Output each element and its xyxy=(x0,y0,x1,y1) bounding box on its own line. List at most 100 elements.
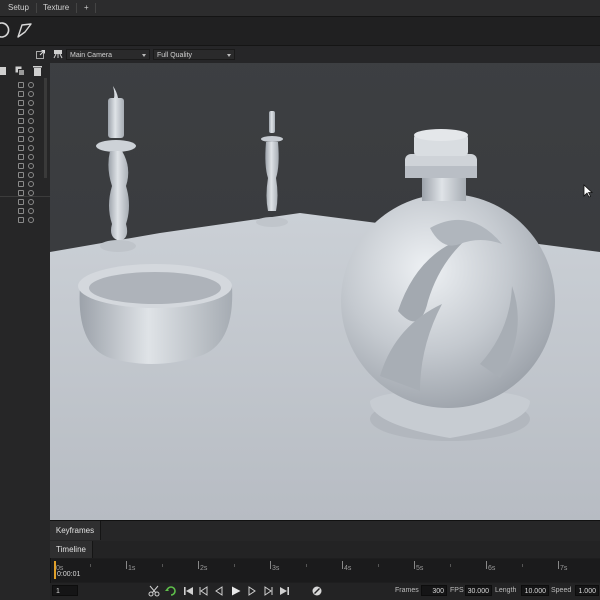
panel-divider xyxy=(0,196,50,197)
viewport-3d[interactable] xyxy=(50,46,600,520)
menu-divider xyxy=(95,3,96,13)
lock-icon[interactable] xyxy=(18,91,24,97)
eye-icon[interactable] xyxy=(28,208,34,214)
camera-dropdown[interactable]: Main Camera xyxy=(66,49,150,60)
eye-icon[interactable] xyxy=(28,109,34,115)
eye-icon[interactable] xyxy=(28,217,34,223)
list-item[interactable] xyxy=(0,154,44,162)
frames-field[interactable]: 300 xyxy=(421,585,447,596)
skip-to-start-icon[interactable] xyxy=(183,585,195,597)
timeline-bar xyxy=(50,541,600,558)
quality-dropdown[interactable]: Full Quality xyxy=(153,49,235,60)
lock-icon[interactable] xyxy=(18,100,24,106)
list-item[interactable] xyxy=(0,127,44,135)
eye-icon[interactable] xyxy=(28,145,34,151)
duplicate-icon[interactable] xyxy=(15,66,25,78)
list-item[interactable] xyxy=(0,181,44,189)
step-back-icon[interactable] xyxy=(213,585,225,597)
lock-icon[interactable] xyxy=(18,163,24,169)
list-item[interactable] xyxy=(0,100,44,108)
list-item[interactable] xyxy=(0,199,44,207)
list-item[interactable] xyxy=(0,82,44,90)
step-forward-icon[interactable] xyxy=(246,585,258,597)
lock-icon[interactable] xyxy=(18,172,24,178)
eye-icon[interactable] xyxy=(28,136,34,142)
ruler-tick xyxy=(486,561,487,569)
timeline-ruler[interactable]: 0s 1s 2s 3s 4s 5s 6s 7s xyxy=(52,559,600,582)
camera-icon[interactable] xyxy=(53,49,63,61)
tab-timeline[interactable]: Timeline xyxy=(50,541,93,558)
ruler-label: 1s xyxy=(128,565,136,572)
ruler-tick xyxy=(450,564,451,567)
eye-icon[interactable] xyxy=(28,172,34,178)
ruler-tick xyxy=(378,564,379,567)
lock-icon[interactable] xyxy=(18,217,24,223)
keyframes-bar xyxy=(50,520,600,541)
lock-icon[interactable] xyxy=(18,136,24,142)
ruler-label: 4s xyxy=(344,565,352,572)
frames-label: Frames xyxy=(395,587,419,594)
lock-icon[interactable] xyxy=(18,208,24,214)
eye-icon[interactable] xyxy=(28,82,34,88)
rotate-icon[interactable] xyxy=(0,22,12,38)
lock-icon[interactable] xyxy=(18,199,24,205)
length-field[interactable]: 10.000 xyxy=(521,585,549,596)
ruler-label: 6s xyxy=(488,565,496,572)
scene-object-list xyxy=(0,82,44,232)
scissors-icon[interactable] xyxy=(148,585,160,597)
ruler-label: 5s xyxy=(416,565,424,572)
menu-divider xyxy=(36,3,37,13)
next-key-icon[interactable] xyxy=(262,585,274,597)
playhead[interactable] xyxy=(54,561,56,579)
list-item[interactable] xyxy=(0,217,44,225)
menu-texture[interactable]: Texture xyxy=(43,0,69,16)
list-item[interactable] xyxy=(0,172,44,180)
add-object-icon[interactable] xyxy=(0,67,6,75)
lock-icon[interactable] xyxy=(18,118,24,124)
lock-icon[interactable] xyxy=(18,154,24,160)
menu-add-tab[interactable]: + xyxy=(84,0,89,16)
list-item[interactable] xyxy=(0,91,44,99)
play-icon[interactable] xyxy=(230,585,242,597)
chevron-down-icon xyxy=(142,54,146,57)
eye-icon[interactable] xyxy=(28,118,34,124)
trash-icon[interactable] xyxy=(33,65,42,78)
lock-icon[interactable] xyxy=(18,127,24,133)
loop-icon[interactable] xyxy=(165,585,177,597)
eye-icon[interactable] xyxy=(28,127,34,133)
list-item[interactable] xyxy=(0,145,44,153)
list-item[interactable] xyxy=(0,118,44,126)
lock-icon[interactable] xyxy=(18,109,24,115)
eye-icon[interactable] xyxy=(28,199,34,205)
lock-icon[interactable] xyxy=(18,145,24,151)
ruler-tick xyxy=(162,564,163,567)
ruler-tick xyxy=(414,561,415,569)
disable-icon[interactable] xyxy=(311,585,323,597)
lock-icon[interactable] xyxy=(18,82,24,88)
current-frame-input[interactable]: 1 xyxy=(52,585,78,596)
bowl xyxy=(78,264,233,365)
list-item[interactable] xyxy=(0,136,44,144)
mouse-cursor-icon xyxy=(583,184,594,200)
skip-to-end-icon[interactable] xyxy=(278,585,290,597)
menu-bar: Setup Texture + xyxy=(0,0,600,17)
eye-icon[interactable] xyxy=(28,91,34,97)
fps-field[interactable]: 30.000 xyxy=(465,585,492,596)
previous-key-icon[interactable] xyxy=(198,585,210,597)
speed-field[interactable]: 1.000 xyxy=(575,585,599,596)
lock-icon[interactable] xyxy=(18,181,24,187)
list-item[interactable] xyxy=(0,109,44,117)
list-item[interactable] xyxy=(0,208,44,216)
eye-icon[interactable] xyxy=(28,163,34,169)
ruler-tick xyxy=(270,561,271,569)
eye-icon[interactable] xyxy=(28,154,34,160)
ruler-tick xyxy=(198,561,199,569)
list-item[interactable] xyxy=(0,163,44,171)
eye-icon[interactable] xyxy=(28,181,34,187)
eye-icon[interactable] xyxy=(28,100,34,106)
scene-panel-scrollbar[interactable] xyxy=(44,78,47,178)
menu-setup[interactable]: Setup xyxy=(8,0,29,16)
popout-icon[interactable] xyxy=(36,50,45,61)
tab-keyframes[interactable]: Keyframes xyxy=(50,521,101,540)
select-arrow-icon[interactable] xyxy=(15,22,33,40)
